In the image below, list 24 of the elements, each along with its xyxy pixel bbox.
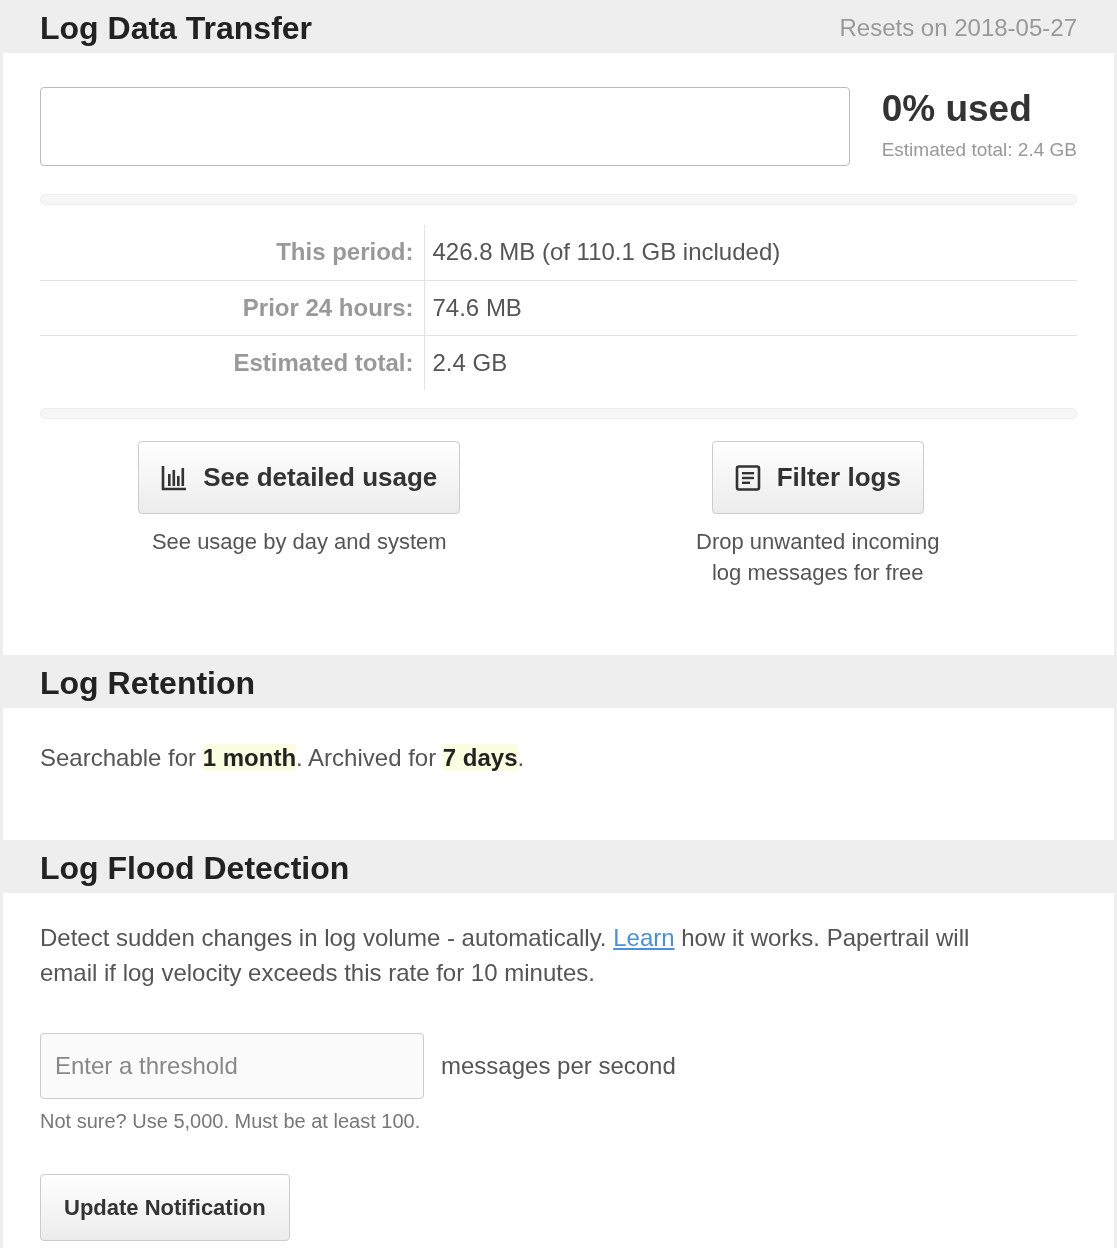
action-button[interactable]: See detailed usage	[138, 441, 461, 514]
threshold-hint: Not sure? Use 5,000. Must be at least 100.	[40, 1110, 421, 1132]
action-description: See usage by day and system	[151, 528, 447, 556]
section-title: Log Data Transfer	[40, 11, 313, 44]
stat-label: Estimated total:	[40, 335, 424, 390]
update-notification-button[interactable]: Update Notification	[40, 1174, 290, 1241]
stat-value: 2.4 GB	[424, 335, 1077, 390]
usage-percent: 0% used	[881, 90, 1033, 127]
stat-label: This period:	[40, 225, 424, 280]
unit-label: messages per second	[441, 1051, 676, 1081]
section-title: Log Retention	[40, 666, 256, 699]
document-icon	[734, 464, 761, 491]
action-button[interactable]: Filter logs	[711, 441, 924, 514]
flood-detection-description: Detect sudden changes in log volume - automatically. Learn how it works. Papertrail will email if log velocity exceeds this rate for 10 minutes.	[40, 923, 971, 988]
reset-date-text: Resets on 2018-05-27	[839, 12, 1077, 43]
action-description: Drop unwanted incoming log messages for free	[696, 528, 940, 587]
stat-value: 74.6 MB	[424, 280, 1077, 335]
retention-text: Searchable for 1 month. Archived for 7 days.	[40, 743, 526, 773]
bar-chart-icon	[161, 464, 188, 491]
stat-label: Prior 24 hours:	[40, 280, 424, 335]
stat-value: 426.8 MB (of 110.1 GB included)	[424, 225, 1077, 280]
estimated-total-text: Estimated total: 2.4 GB	[881, 138, 1077, 162]
threshold-input[interactable]: Enter a threshold	[40, 1033, 424, 1099]
section-title: Log Flood Detection	[40, 851, 350, 884]
